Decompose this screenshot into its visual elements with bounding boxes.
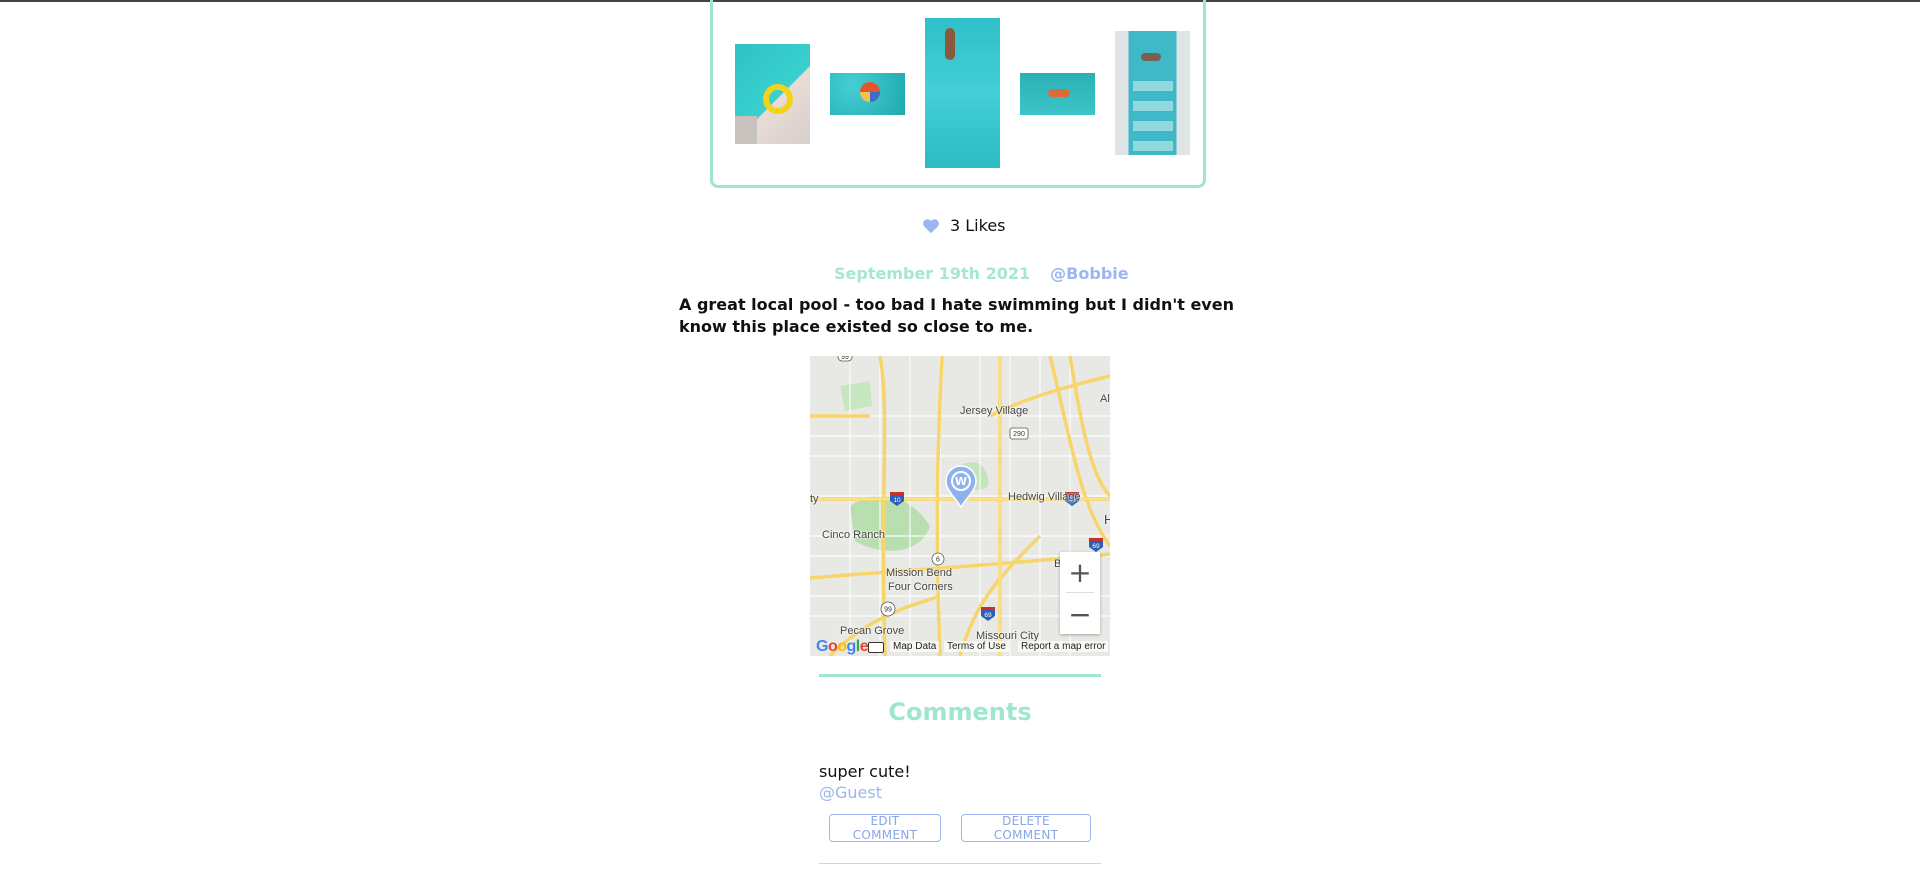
post-author-link[interactable]: @Bobbie <box>1050 264 1128 283</box>
zoom-separator <box>1066 592 1094 593</box>
comment-text: super cute! <box>819 762 911 781</box>
map-label: Al <box>1100 393 1110 405</box>
svg-text:69: 69 <box>1092 543 1100 550</box>
map-label: Pecan Grove <box>840 625 905 637</box>
report-map-error-link[interactable]: Report a map error <box>1018 641 1109 652</box>
zoom-out-button[interactable]: − <box>1060 594 1100 634</box>
svg-text:99: 99 <box>884 607 892 614</box>
comment-separator <box>819 863 1101 864</box>
pool-photo-ball[interactable] <box>830 73 905 115</box>
terms-of-use-link[interactable]: Terms of Use <box>944 641 1009 652</box>
comments-divider <box>819 674 1101 677</box>
map-label: Cinco Ranch <box>822 529 885 541</box>
map-label: Four Corners <box>888 581 953 593</box>
post-meta: September 19th 2021 @Bobbie <box>834 264 1129 283</box>
comment-author-link[interactable]: @Guest <box>819 783 882 802</box>
svg-text:W: W <box>955 475 967 488</box>
comments-heading: Comments <box>888 698 1032 726</box>
svg-text:99: 99 <box>841 356 849 361</box>
google-logo: Google <box>816 638 869 655</box>
location-pin-icon[interactable]: W <box>944 464 978 508</box>
map-label: Hedwig Village <box>1008 491 1081 503</box>
photo-gallery <box>710 0 1206 188</box>
svg-text:69: 69 <box>984 612 992 619</box>
map-data-link[interactable]: Map Data <box>890 641 940 652</box>
pool-photo-ring[interactable] <box>735 44 810 144</box>
likes-row: 3 Likes <box>922 216 1006 235</box>
svg-text:10: 10 <box>893 497 901 504</box>
delete-comment-button[interactable]: DELETE COMMENT <box>961 814 1091 842</box>
likes-count: 3 Likes <box>950 216 1006 235</box>
heart-icon[interactable] <box>922 218 940 234</box>
edit-comment-button[interactable]: EDIT COMMENT <box>829 814 941 842</box>
pool-photo-steps[interactable] <box>1115 31 1190 155</box>
post-caption: A great local pool - too bad I hate swim… <box>679 295 1234 336</box>
map-label: H <box>1104 512 1110 527</box>
zoom-in-button[interactable]: + <box>1060 552 1100 592</box>
map-label: Mission Bend <box>886 567 953 579</box>
keyboard-icon[interactable] <box>868 642 884 653</box>
map-label: ty <box>810 493 819 505</box>
map-label: Jersey Village <box>960 405 1029 417</box>
svg-text:6: 6 <box>936 557 940 564</box>
location-map[interactable]: 99 290 10 10 69 6 99 69 Jersey Village H… <box>810 356 1110 656</box>
svg-text:290: 290 <box>1013 431 1025 438</box>
map-zoom-control: + − <box>1060 552 1100 634</box>
post-date: September 19th 2021 <box>834 264 1031 283</box>
pool-photo-swimmer[interactable] <box>925 18 1000 168</box>
pool-photo-floating[interactable] <box>1020 73 1095 115</box>
map-footer: Google Map Data Terms of Use Report a ma… <box>810 638 1110 656</box>
